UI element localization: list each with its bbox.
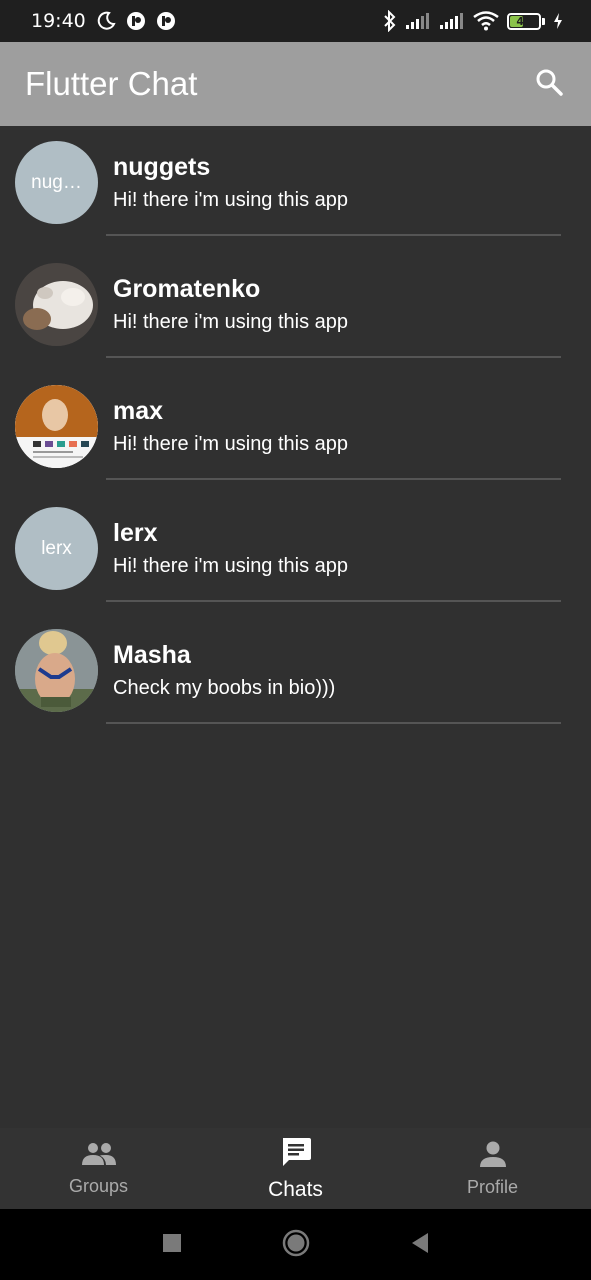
avatar — [15, 629, 98, 712]
divider — [106, 600, 561, 602]
signal-icon — [405, 12, 431, 30]
chat-list: nug… nuggets Hi! there i'm using this ap… — [0, 126, 591, 736]
chat-text: lerx Hi! there i'm using this app — [113, 516, 561, 579]
bottom-navigation: Groups Chats Profile — [0, 1128, 591, 1209]
app-title: Flutter Chat — [25, 65, 198, 102]
home-button[interactable] — [282, 1229, 310, 1261]
battery-icon: 43 — [507, 12, 545, 30]
nav-item-chats[interactable]: Chats — [197, 1128, 394, 1209]
nav-item-groups[interactable]: Groups — [0, 1128, 197, 1209]
signal-icon — [439, 12, 465, 30]
avatar: lerx — [15, 507, 98, 590]
person-photo — [15, 629, 98, 712]
chat-last-message: Hi! there i'm using this app — [113, 555, 349, 577]
avatar — [15, 385, 98, 468]
chat-list-item[interactable]: nug… nuggets Hi! there i'm using this ap… — [0, 126, 591, 248]
person-photo — [15, 385, 98, 468]
nav-item-profile[interactable]: Profile — [394, 1128, 591, 1209]
chat-name: max — [113, 397, 164, 425]
bluetooth-icon — [383, 10, 397, 32]
nav-label-chats: Chats — [268, 1177, 323, 1201]
status-bar-left: 19:40 — [31, 10, 176, 32]
recent-apps-button[interactable] — [162, 1233, 182, 1257]
do-not-disturb-icon — [96, 11, 116, 31]
chat-name: Gromatenko — [113, 275, 261, 303]
chat-last-message: Check my boobs in bio))) — [113, 677, 336, 699]
chat-list-item[interactable]: max Hi! there i'm using this app — [0, 370, 591, 492]
home-icon — [282, 1229, 310, 1261]
groups-icon — [81, 1141, 117, 1172]
chat-icon — [280, 1136, 312, 1174]
divider — [106, 722, 561, 724]
divider — [106, 478, 561, 480]
avatar — [15, 263, 98, 346]
app-notification-icon — [156, 11, 176, 31]
divider — [106, 356, 561, 358]
nav-label-profile: Profile — [466, 1176, 519, 1197]
chat-text: max Hi! there i'm using this app — [113, 394, 561, 457]
back-button[interactable] — [410, 1232, 430, 1258]
nav-label-groups: Groups — [68, 1175, 129, 1196]
chat-name: Masha — [113, 641, 191, 669]
profile-icon — [479, 1140, 507, 1173]
status-bar: 19:40 43 — [0, 0, 591, 42]
back-icon — [410, 1232, 430, 1258]
chat-text: Gromatenko Hi! there i'm using this app — [113, 272, 561, 335]
chat-last-message: Hi! there i'm using this app — [113, 189, 349, 211]
app-notification-icon — [126, 11, 146, 31]
chat-name: lerx — [113, 519, 158, 547]
status-bar-right: 43 — [383, 10, 563, 32]
cat-photo — [15, 263, 98, 346]
search-icon — [535, 68, 563, 100]
charging-icon — [553, 12, 563, 30]
avatar-initials: nug… — [31, 171, 82, 193]
avatar-initials: lerx — [41, 537, 72, 559]
chat-list-item[interactable]: Gromatenko Hi! there i'm using this app — [0, 248, 591, 370]
chat-text: Masha Check my boobs in bio))) — [113, 638, 561, 701]
battery-level: 43 — [516, 14, 532, 28]
chat-name: nuggets — [113, 153, 211, 181]
chat-text: nuggets Hi! there i'm using this app — [113, 150, 561, 213]
divider — [106, 234, 561, 236]
status-time: 19:40 — [31, 10, 86, 32]
system-navigation-bar — [0, 1209, 591, 1280]
app-bar: Flutter Chat — [0, 42, 591, 126]
chat-list-item[interactable]: lerx lerx Hi! there i'm using this app — [0, 492, 591, 614]
recent-apps-icon — [162, 1233, 182, 1257]
wifi-icon — [473, 11, 499, 31]
chat-list-item[interactable]: Masha Check my boobs in bio))) — [0, 614, 591, 736]
avatar: nug… — [15, 141, 98, 224]
search-button[interactable] — [529, 64, 569, 104]
chat-last-message: Hi! there i'm using this app — [113, 311, 349, 333]
chat-last-message: Hi! there i'm using this app — [113, 433, 349, 455]
